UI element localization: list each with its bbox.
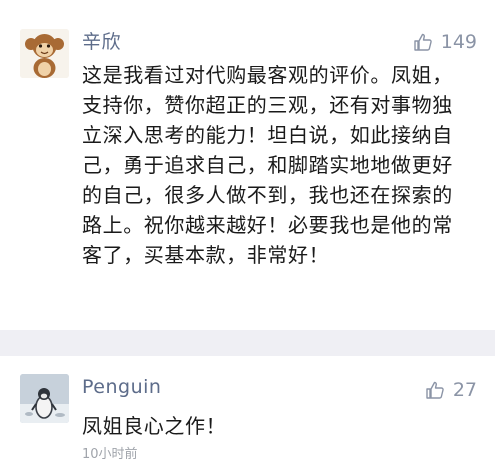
monkey-avatar-icon: [20, 29, 69, 78]
like-count: 149: [440, 31, 477, 53]
author-name[interactable]: Penguin: [82, 376, 161, 398]
comment-text: 凤姐良心之作！: [82, 414, 227, 438]
avatar[interactable]: [20, 374, 69, 423]
thumb-up-icon: [426, 381, 444, 399]
comment-card: Penguin 27 凤姐良心之作！ 10小时前: [0, 356, 495, 468]
avatar[interactable]: [20, 29, 69, 78]
like-button[interactable]: 149: [413, 31, 477, 53]
thumb-up-icon: [414, 33, 432, 51]
author-name[interactable]: 辛欣: [82, 27, 121, 54]
comment-card: 辛欣 149 这是我看过对代购最客观的评价。凤姐，支持你，赞你超正的三观，还有对…: [0, 0, 495, 330]
like-count: 27: [452, 379, 477, 401]
like-button[interactable]: 27: [425, 379, 477, 401]
penguin-avatar-icon: [20, 374, 69, 423]
timestamp: 10小时前: [82, 447, 138, 462]
comment-text: 这是我看过对代购最客观的评价。凤姐，支持你，赞你超正的三观，还有对事物独立深入思…: [82, 63, 453, 267]
